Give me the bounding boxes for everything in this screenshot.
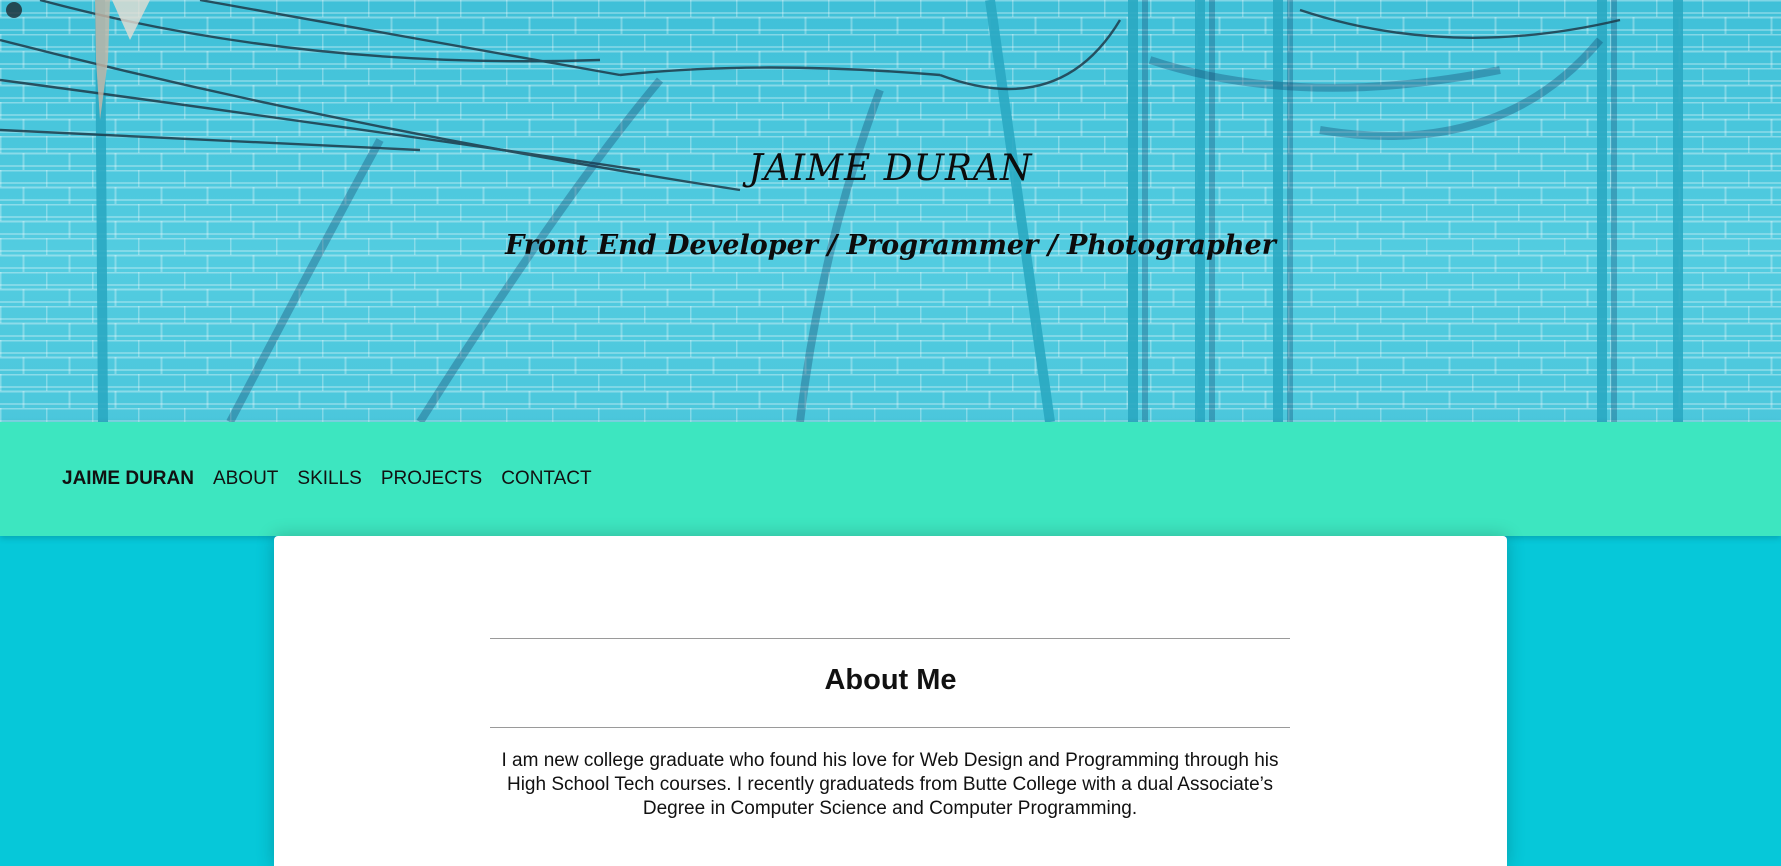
section-divider-bottom — [490, 727, 1290, 728]
about-section-title: About Me — [824, 664, 957, 696]
about-paragraph: I am new college graduate who found his … — [501, 750, 1279, 819]
hero-banner: JAIME DURAN Front End Developer / Progra… — [0, 0, 1781, 422]
about-card: About Me I am new college graduate who f… — [274, 536, 1507, 866]
nav-link-about[interactable]: ABOUT — [213, 468, 278, 490]
nav-link-projects[interactable]: PROJECTS — [381, 468, 482, 490]
section-divider-top — [490, 638, 1290, 639]
hero-subtitle: Front End Developer / Programmer / Photo… — [505, 230, 1276, 261]
nav-brand-link[interactable]: JAIME DURAN — [62, 468, 194, 490]
nav-link-contact[interactable]: CONTACT — [501, 468, 591, 490]
nav-link-skills[interactable]: SKILLS — [297, 468, 361, 490]
pipes-and-wires-decoration — [0, 0, 1683, 422]
hero-title: JAIME DURAN — [748, 148, 1033, 189]
main-navbar: JAIME DURAN ABOUT SKILLS PROJECTS CONTAC… — [0, 422, 1781, 536]
